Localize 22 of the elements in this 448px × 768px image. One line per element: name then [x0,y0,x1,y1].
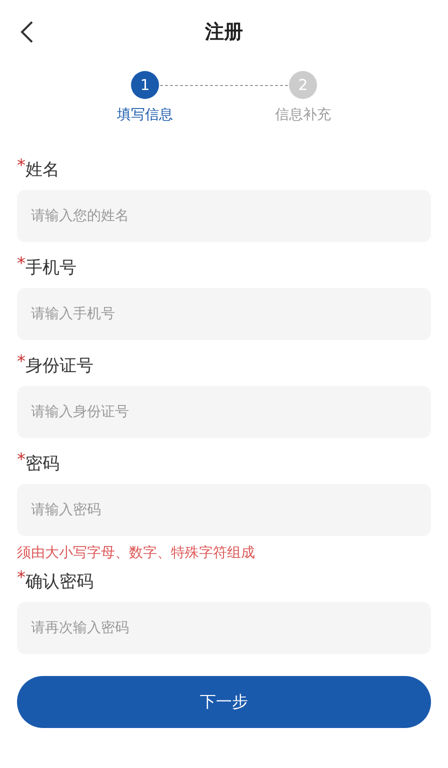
field-label: 身份证号 [26,355,94,377]
input-field[interactable]: 请输入手机号 [17,288,431,340]
step-label: 填写信息 [117,106,173,124]
page-title: 注册 [205,20,243,45]
required-mark: * [17,354,26,371]
required-mark: * [17,570,26,587]
back-icon [20,20,34,44]
step-number: 1 [131,71,159,99]
field-label: 手机号 [26,257,76,279]
input-field[interactable]: 请输入您的姓名 [17,190,431,242]
field-label: 密码 [26,453,60,475]
field-label: 确认密码 [26,571,94,593]
required-mark: * [17,256,26,273]
next-button[interactable]: 下一步 [17,676,431,728]
required-mark: * [17,452,26,469]
field-hint: 须由大小写字母、数字、特殊字符组成 [17,544,256,562]
input-field[interactable]: 请输入身份证号 [17,386,431,438]
step-label: 信息补充 [275,106,331,124]
field-label: 姓名 [26,159,60,181]
input-field[interactable]: 请输入密码 [17,484,431,536]
input-field[interactable]: 请再次输入密码 [17,602,431,654]
required-mark: * [17,158,26,175]
